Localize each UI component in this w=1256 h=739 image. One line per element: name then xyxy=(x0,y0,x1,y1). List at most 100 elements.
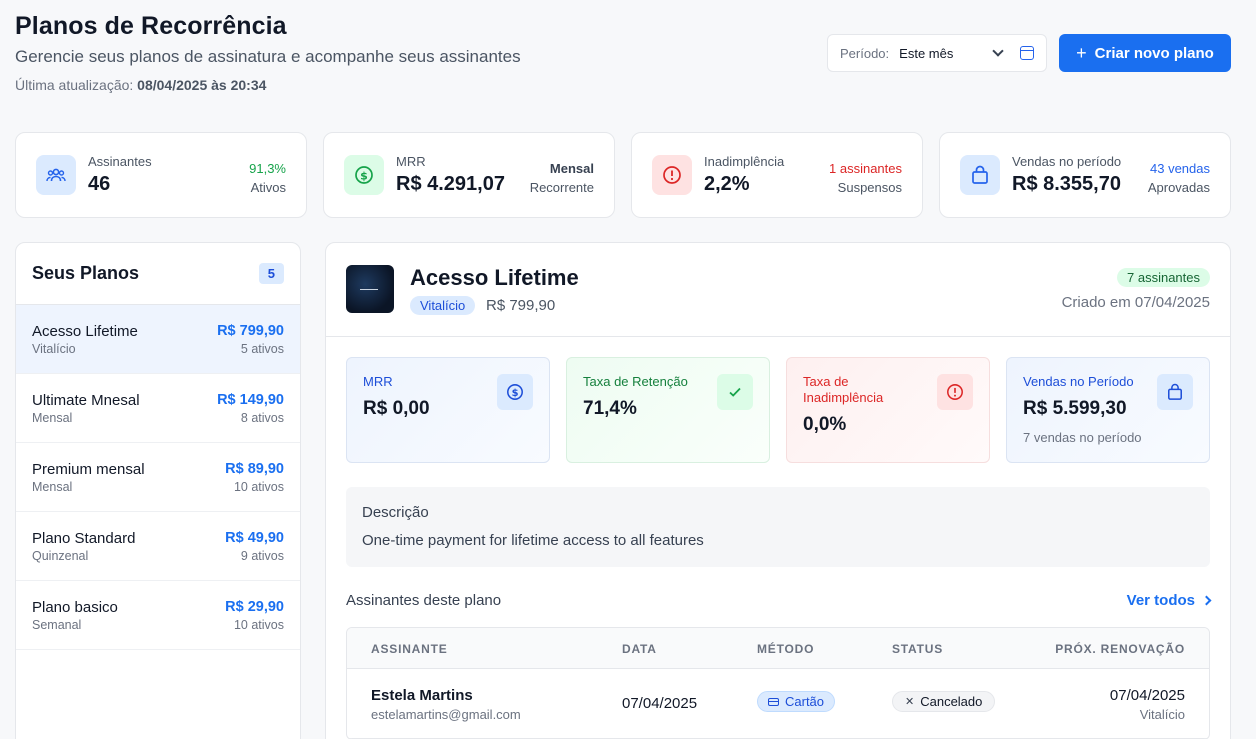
plan-price: R$ 149,90 xyxy=(217,392,284,408)
column-header: STATUS xyxy=(892,642,944,656)
plan-item[interactable]: Plano basico Semanal R$ 29,90 10 ativos xyxy=(16,581,300,650)
plan-name: Plano basico xyxy=(32,599,118,616)
stat-label: Inadimplência xyxy=(704,154,785,169)
status-badge: ✕ Cancelado xyxy=(892,691,996,712)
page-subtitle: Gerencie seus planos de assinatura e aco… xyxy=(15,47,521,66)
column-header: ASSINANTE xyxy=(371,642,448,656)
stat-card-default-rate: Inadimplência 2,2% 1 assinantes Suspenso… xyxy=(631,132,923,218)
credit-card-icon xyxy=(768,697,779,706)
plan-frequency: Mensal xyxy=(32,480,73,494)
created-date: Criado em 07/04/2025 xyxy=(1061,294,1210,311)
metric-card-sales: Vendas no Período R$ 5.599,30 7 vendas n… xyxy=(1006,357,1210,463)
stat-value: 2,2% xyxy=(704,173,750,195)
metric-label: Taxa de Retenção xyxy=(583,374,688,389)
metric-value: 71,4% xyxy=(583,398,637,419)
plan-price: R$ 799,90 xyxy=(217,323,284,339)
stat-value: 46 xyxy=(88,173,111,195)
renewal-type: Vitalício xyxy=(1139,707,1185,722)
chevron-right-icon xyxy=(1201,595,1212,606)
plan-active-count: 10 ativos xyxy=(233,480,284,494)
dollar-icon: $ xyxy=(344,155,384,195)
plan-name: Ultimate Mnesal xyxy=(32,392,140,409)
stat-label: Assinantes xyxy=(88,154,152,169)
metric-label: Vendas no Período xyxy=(1023,374,1134,389)
alert-icon xyxy=(937,374,973,410)
status-label: Cancelado xyxy=(920,694,983,709)
last-update: Última atualização: 08/04/2025 às 20:34 xyxy=(15,77,521,93)
column-header: MÉTODO xyxy=(757,642,815,656)
plan-price: R$ 49,90 xyxy=(225,530,284,546)
stat-sales-count: 43 vendas xyxy=(1150,161,1210,176)
metric-label: MRR xyxy=(363,374,393,389)
subscription-date: 07/04/2025 xyxy=(622,695,698,712)
plan-name: Plano Standard xyxy=(32,530,136,547)
description-label: Descrição xyxy=(362,504,429,521)
plan-frequency: Mensal xyxy=(32,411,73,425)
stat-caption: Recorrente xyxy=(529,180,594,195)
stat-period: Mensal xyxy=(549,161,594,176)
period-select[interactable]: Período: Este mês xyxy=(827,34,1047,72)
plan-price: R$ 89,90 xyxy=(225,461,284,477)
page-header: Planos de Recorrência Gerencie seus plan… xyxy=(15,12,521,93)
plans-header: Seus Planos 5 xyxy=(16,243,300,305)
see-all-link[interactable]: Ver todos xyxy=(1126,592,1212,609)
plan-item[interactable]: Plano Standard Quinzenal R$ 49,90 9 ativ… xyxy=(16,512,300,581)
stat-card-mrr: $ MRR R$ 4.291,07 Mensal Recorrente xyxy=(323,132,615,218)
metric-sub: 7 vendas no período xyxy=(1023,430,1142,445)
column-header: PRÓX. RENOVAÇÃO xyxy=(1055,642,1185,656)
plans-panel: Seus Planos 5 Acesso Lifetime Vitalício … xyxy=(15,242,301,739)
payment-method-badge: Cartão xyxy=(757,691,836,712)
plan-thumbnail xyxy=(346,265,394,313)
plan-frequency: Vitalício xyxy=(32,342,76,356)
period-label: Período: xyxy=(840,45,890,61)
see-all-label: Ver todos xyxy=(1126,592,1195,609)
users-icon xyxy=(36,155,76,195)
subscriber-name: Estela Martins xyxy=(371,687,473,704)
svg-text:$: $ xyxy=(360,169,368,182)
subscribers-section-title: Assinantes deste plano xyxy=(346,592,502,609)
plan-item[interactable]: Premium mensal Mensal R$ 89,90 10 ativos xyxy=(16,443,300,512)
stat-card-subscribers: Assinantes 46 91,3% Ativos xyxy=(15,132,307,218)
stat-percent: 91,3% xyxy=(249,161,286,176)
alert-icon xyxy=(652,155,692,195)
plan-name: Premium mensal xyxy=(32,461,145,478)
plan-frequency: Semanal xyxy=(32,618,82,632)
plan-detail-price: R$ 799,90 xyxy=(486,297,556,314)
metric-card-mrr: MRR R$ 0,00 $ xyxy=(346,357,550,463)
plan-name: Acesso Lifetime xyxy=(32,323,138,340)
subscriber-email: estelamartins@gmail.com xyxy=(371,707,521,722)
metric-value: R$ 0,00 xyxy=(363,398,430,419)
plan-price: R$ 29,90 xyxy=(225,599,284,615)
metric-card-retention: Taxa de Retenção 71,4% xyxy=(566,357,770,463)
svg-text:$: $ xyxy=(512,388,519,399)
plan-item[interactable]: Acesso Lifetime Vitalício R$ 799,90 5 at… xyxy=(16,305,300,374)
calendar-icon[interactable] xyxy=(1020,46,1034,60)
plan-active-count: 9 ativos xyxy=(240,549,284,563)
plan-type-badge: Vitalício xyxy=(410,296,476,315)
dollar-icon: $ xyxy=(497,374,533,410)
plan-item[interactable]: Ultimate Mnesal Mensal R$ 149,90 8 ativo… xyxy=(16,374,300,443)
bag-icon xyxy=(1157,374,1193,410)
stat-caption: Ativos xyxy=(250,180,286,195)
stat-caption: Aprovadas xyxy=(1147,180,1210,195)
create-plan-button[interactable]: + Criar novo plano xyxy=(1059,34,1231,72)
stat-label: MRR xyxy=(396,154,426,169)
close-icon: ✕ xyxy=(905,696,915,708)
plans-title: Seus Planos xyxy=(32,263,140,283)
stat-suspended-count: 1 assinantes xyxy=(829,161,902,176)
plans-count-badge: 5 xyxy=(258,263,284,284)
table-header: ASSINANTE DATA MÉTODO STATUS PRÓX. RENOV… xyxy=(347,628,1209,669)
metric-value: 0,0% xyxy=(803,414,847,435)
stat-value: R$ 4.291,07 xyxy=(396,173,505,195)
metric-card-default: Taxa de Inadimplência 0,0% xyxy=(786,357,990,463)
metric-label: Taxa de Inadimplência xyxy=(803,374,884,405)
table-row[interactable]: Estela Martins estelamartins@gmail.com 0… xyxy=(347,669,1209,739)
description-box: Descrição One-time payment for lifetime … xyxy=(346,487,1210,567)
renewal-date: 07/04/2025 xyxy=(1109,687,1185,704)
stat-card-sales: Vendas no período R$ 8.355,70 43 vendas … xyxy=(939,132,1231,218)
plan-active-count: 5 ativos xyxy=(240,342,284,356)
bag-icon xyxy=(960,155,1000,195)
metric-value: R$ 5.599,30 xyxy=(1023,398,1127,419)
plan-detail-header: Acesso Lifetime Vitalício R$ 799,90 7 as… xyxy=(326,243,1230,337)
subscribers-table: ASSINANTE DATA MÉTODO STATUS PRÓX. RENOV… xyxy=(346,627,1210,739)
